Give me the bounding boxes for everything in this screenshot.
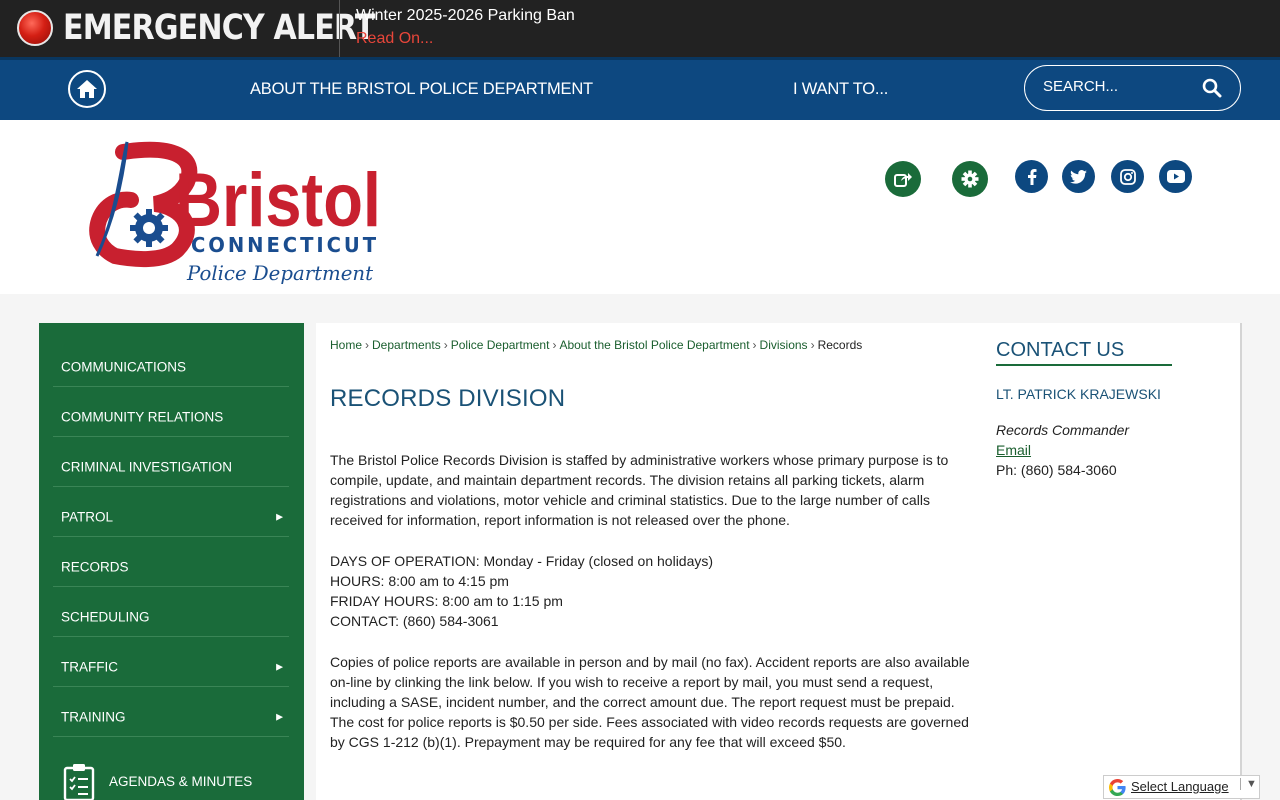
emergency-alert-bar: EMERGENCY ALERT Winter 2025-2026 Parking… (0, 0, 1280, 57)
search-box (1024, 65, 1241, 111)
chevron-down-icon[interactable]: ▼ (1240, 778, 1257, 790)
twitter-link[interactable] (1062, 160, 1095, 193)
youtube-icon (1166, 170, 1185, 183)
days-of-operation: DAYS OF OPERATION: Monday - Friday (clos… (330, 553, 714, 569)
chevron-right-icon[interactable]: ▶ (276, 662, 283, 673)
sidebar-item-label: TRAINING (61, 709, 126, 725)
breadcrumb-separator: › (810, 338, 815, 352)
sidebar-item-patrol[interactable]: PATROL ▶ (53, 487, 289, 537)
breadcrumb-separator: › (443, 338, 448, 352)
sidebar-item-label: TRAFFIC (61, 659, 118, 675)
breadcrumb-divisions[interactable]: Divisions (760, 338, 808, 352)
sidebar-item-label: SCHEDULING (61, 609, 150, 625)
contact-name: LT. PATRICK KRAJEWSKI (996, 386, 1161, 402)
twitter-icon (1070, 169, 1087, 184)
chevron-right-icon[interactable]: ▶ (276, 512, 283, 523)
agendas-minutes-link[interactable]: AGENDAS & MINUTES (63, 763, 293, 800)
main-nav: ABOUT THE BRISTOL POLICE DEPARTMENT I WA… (0, 57, 1280, 120)
share-button[interactable] (885, 161, 921, 197)
contact-us-heading: CONTACT US (996, 339, 1172, 366)
page-title: RECORDS DIVISION (330, 385, 566, 412)
hours: HOURS: 8:00 am to 4:15 pm (330, 573, 509, 589)
svg-text:Bristol: Bristol (175, 158, 381, 243)
breadcrumb-home[interactable]: Home (330, 338, 362, 352)
select-language-label[interactable]: Select Language (1131, 779, 1229, 794)
breadcrumb-police-department[interactable]: Police Department (451, 338, 550, 352)
sidebar-item-training[interactable]: TRAINING ▶ (53, 687, 289, 737)
instagram-icon (1119, 168, 1136, 185)
records-intro-paragraph: The Bristol Police Records Division is s… (330, 452, 949, 528)
sidebar-item-traffic[interactable]: TRAFFIC ▶ (53, 637, 289, 687)
sidebar-item-label: COMMUNITY RELATIONS (61, 409, 224, 425)
facebook-icon (1027, 168, 1036, 185)
sidebar-item-label: COMMUNICATIONS (61, 359, 186, 375)
youtube-link[interactable] (1159, 160, 1192, 193)
alert-message: Winter 2025-2026 Parking Ban (356, 7, 575, 24)
sidebar-item-records[interactable]: RECORDS (53, 537, 289, 587)
contact-phone: Ph: (860) 584-3060 (996, 462, 1117, 478)
contact-phone-line: CONTACT: (860) 584-3061 (330, 613, 499, 629)
svg-text:Police Department: Police Department (186, 261, 374, 285)
main-content: Home › Departments › Police Department › About… (316, 323, 1242, 800)
sidebar-item-community-relations[interactable]: COMMUNITY RELATIONS (53, 387, 289, 437)
sidebar-item-label: RECORDS (61, 559, 129, 575)
breadcrumb-separator: › (365, 338, 370, 352)
alert-title: EMERGENCY ALERT (63, 8, 375, 48)
site-header: Bristol CONNECTICUT Police Department (0, 120, 1280, 294)
bristol-logo[interactable]: Bristol CONNECTICUT Police Department (75, 138, 395, 293)
contact-email-link[interactable]: Email (996, 442, 1031, 458)
home-button[interactable] (68, 70, 106, 108)
nav-about[interactable]: ABOUT THE BRISTOL POLICE DEPARTMENT (250, 80, 593, 99)
breadcrumb-separator: › (552, 338, 557, 352)
chevron-right-icon[interactable]: ▶ (276, 712, 283, 723)
sidebar-item-label: CRIMINAL INVESTIGATION (61, 459, 233, 475)
department-sidebar: COMMUNICATIONS COMMUNITY RELATIONS CRIMI… (39, 323, 304, 800)
breadcrumb-departments[interactable]: Departments (372, 338, 441, 352)
instagram-link[interactable] (1111, 160, 1144, 193)
sidebar-item-communications[interactable]: COMMUNICATIONS (53, 337, 289, 387)
search-icon[interactable] (1202, 78, 1222, 98)
share-icon (894, 173, 912, 187)
google-translate-widget[interactable]: Select Language ▼ (1103, 775, 1260, 799)
sidebar-item-criminal-investigation[interactable]: CRIMINAL INVESTIGATION (53, 437, 289, 487)
search-input[interactable] (1043, 78, 1193, 95)
gear-emblem-icon (130, 209, 168, 247)
svg-text:CONNECTICUT: CONNECTICUT (191, 233, 379, 257)
friday-hours: FRIDAY HOURS: 8:00 am to 1:15 pm (330, 593, 563, 609)
breadcrumb-current: Records (817, 338, 863, 352)
breadcrumb-separator: › (752, 338, 757, 352)
facebook-link[interactable] (1015, 160, 1048, 193)
police-reports-paragraph: Copies of police reports are available i… (330, 654, 970, 750)
settings-button[interactable] (952, 161, 988, 197)
breadcrumb: Home › Departments › Police Department › About… (330, 338, 862, 352)
agendas-label: AGENDAS & MINUTES (109, 774, 253, 789)
contact-role: Records Commander (996, 422, 1130, 438)
sidebar-item-scheduling[interactable]: SCHEDULING (53, 587, 289, 637)
breadcrumb-about[interactable]: About the Bristol Police Department (559, 338, 749, 352)
nav-i-want-to[interactable]: I WANT TO... (793, 80, 888, 99)
alert-divider (339, 0, 340, 57)
alert-read-on-link[interactable]: Read On... (356, 30, 433, 48)
gear-icon (961, 170, 979, 188)
alert-light-icon (17, 10, 53, 46)
google-g-icon (1109, 779, 1126, 796)
home-icon (77, 80, 97, 98)
sidebar-item-label: PATROL (61, 509, 114, 525)
clipboard-icon (63, 764, 95, 800)
